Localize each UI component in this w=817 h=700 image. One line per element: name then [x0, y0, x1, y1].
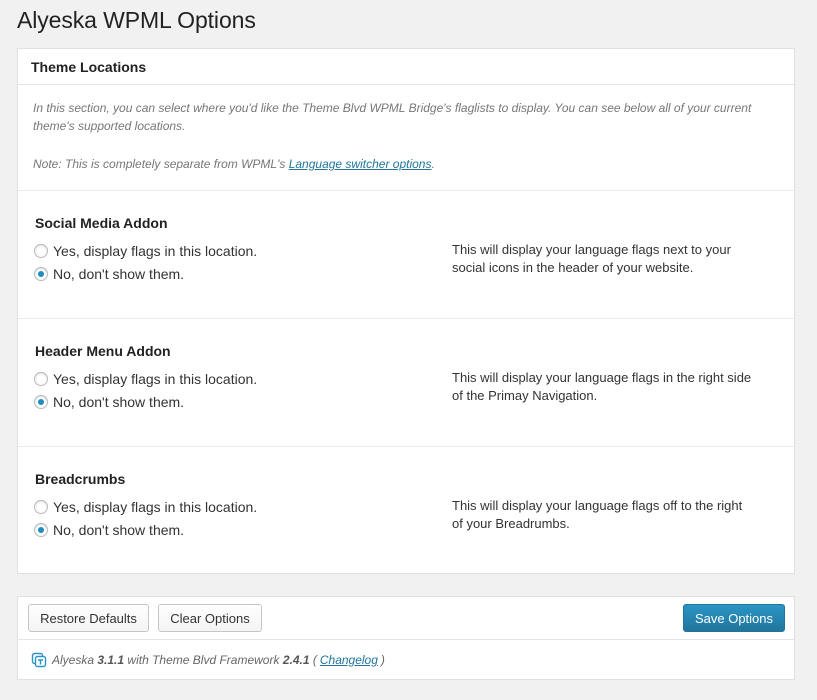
option-no[interactable]: No, don't show them.	[34, 522, 184, 538]
section-title: Breadcrumbs	[35, 471, 126, 487]
language-switcher-options-link[interactable]: Language switcher options	[289, 157, 432, 171]
framework-credit: Alyeska 3.1.1 with Theme Blvd Framework …	[18, 640, 794, 680]
restore-defaults-button[interactable]: Restore Defaults	[28, 604, 149, 632]
page-title: Alyeska WPML Options	[17, 7, 256, 33]
option-yes[interactable]: Yes, display flags in this location.	[34, 371, 257, 387]
credit-theme: Alyeska	[52, 653, 95, 667]
theme-blvd-logo-icon	[31, 652, 47, 668]
option-yes-label: Yes, display flags in this location.	[53, 499, 258, 515]
panel-header: Theme Locations	[18, 49, 794, 85]
option-yes-label: Yes, display flags in this location.	[53, 243, 258, 259]
theme-locations-panel: Theme Locations In this section, you can…	[17, 48, 795, 574]
intro-description: In this section, you can select where yo…	[18, 85, 794, 191]
radio-yes-icon[interactable]	[34, 244, 48, 258]
section-social-media-addon: Social Media Addon Yes, display flags in…	[18, 191, 794, 319]
credit-with: with Theme Blvd Framework	[127, 653, 280, 667]
section-breadcrumbs: Breadcrumbs Yes, display flags in this l…	[18, 447, 794, 575]
option-no[interactable]: No, don't show them.	[34, 394, 184, 410]
note-prefix: Note: This is completely separate from W…	[33, 157, 289, 171]
option-yes[interactable]: Yes, display flags in this location.	[34, 243, 257, 259]
option-no-label: No, don't show them.	[53, 394, 185, 410]
section-title: Header Menu Addon	[35, 343, 171, 359]
credit-open-paren: (	[312, 653, 317, 667]
option-yes-label: Yes, display flags in this location.	[53, 371, 258, 387]
section-description: This will display your language flags in…	[452, 370, 752, 403]
option-no[interactable]: No, don't show them.	[34, 266, 184, 282]
credit-theme-version: 3.1.1	[97, 653, 125, 667]
section-header-menu-addon: Header Menu Addon Yes, display flags in …	[18, 319, 794, 447]
section-description: This will display your language flags ne…	[452, 242, 731, 275]
radio-no-icon[interactable]	[34, 267, 48, 281]
credit-framework-version: 2.4.1	[282, 653, 310, 667]
intro-note: Note: This is completely separate from W…	[33, 155, 779, 173]
note-suffix: .	[431, 157, 435, 171]
option-no-label: No, don't show them.	[53, 522, 185, 538]
intro-text: In this section, you can select where yo…	[33, 101, 752, 133]
radio-yes-icon[interactable]	[34, 372, 48, 386]
clear-options-button[interactable]: Clear Options	[158, 604, 262, 632]
options-footer: Restore Defaults Clear Options Save Opti…	[17, 596, 795, 680]
credit-close-paren: )	[380, 653, 385, 667]
section-description: This will display your language flags of…	[452, 498, 743, 531]
section-title: Social Media Addon	[35, 215, 168, 231]
option-no-label: No, don't show them.	[53, 266, 185, 282]
save-options-button[interactable]: Save Options	[683, 604, 785, 632]
radio-yes-icon[interactable]	[34, 500, 48, 514]
footer-actions: Restore Defaults Clear Options Save Opti…	[18, 597, 794, 640]
radio-no-icon[interactable]	[34, 395, 48, 409]
changelog-link[interactable]: Changelog	[320, 653, 378, 667]
radio-no-icon[interactable]	[34, 523, 48, 537]
option-yes[interactable]: Yes, display flags in this location.	[34, 499, 257, 515]
